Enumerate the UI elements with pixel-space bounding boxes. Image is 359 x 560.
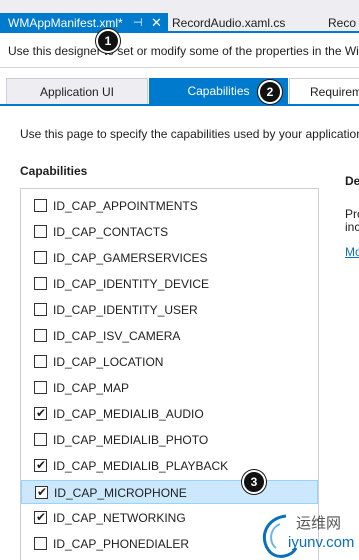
capabilities-heading: Capabilities [20, 164, 88, 178]
tab-underline [0, 104, 359, 106]
capability-checkbox[interactable]: ✔ [34, 406, 47, 420]
capability-item[interactable]: ✔ ID_CAP_MEDIALIB_PLAYBACK [21, 454, 318, 478]
capability-checkbox[interactable] [34, 355, 47, 368]
watermark-logo: 运维网 iyunv.com [256, 510, 359, 560]
capability-label: ID_CAP_LOCATION [53, 355, 164, 369]
info-text: Use this designer to set or modify some … [8, 44, 359, 58]
capability-label: ID_CAP_MEDIALIB_AUDIO [53, 407, 204, 421]
capability-item[interactable]: ID_CAP_IDENTITY_USER [21, 298, 318, 322]
annotation-marker-2: 2 [258, 80, 282, 104]
capability-item[interactable]: ID_CAP_GAMERSERVICES [21, 246, 318, 270]
capability-checkbox[interactable] [34, 225, 47, 238]
capability-item[interactable]: ID_CAP_MEDIALIB_PHOTO [21, 428, 318, 452]
capability-label: ID_CAP_MAP [53, 381, 130, 395]
capability-checkbox[interactable] [34, 433, 47, 446]
capability-item[interactable]: ✔ ID_CAP_MEDIALIB_AUDIO [21, 402, 318, 426]
capability-checkbox[interactable] [34, 251, 47, 264]
tab-requirements[interactable]: Requirem [289, 78, 359, 104]
capability-item[interactable]: ✔ ID_CAP_MICROPHONE [21, 480, 318, 504]
capability-checkbox[interactable] [34, 381, 47, 394]
capability-label: ID_CAP_MEDIALIB_PHOTO [53, 433, 209, 447]
designer-tab-strip: Application UI Capabilities Requirem [0, 74, 359, 104]
capability-label: ID_CAP_IDENTITY_DEVICE [53, 277, 210, 291]
document-tab-strip: WMAppManifest.xml* ⊣ ✕ RecordAudio.xaml.… [0, 0, 359, 33]
watermark-domain-text: iyunv.com [288, 534, 355, 551]
description-heading: De [345, 174, 359, 188]
capability-label: ID_CAP_MICROPHONE [54, 486, 187, 500]
capability-label: ID_CAP_NETWORKING [53, 511, 186, 525]
tab-application-ui[interactable]: Application UI [6, 78, 148, 104]
page-description: Use this page to specify the capabilitie… [20, 127, 359, 141]
capability-checkbox[interactable] [34, 329, 47, 342]
checkmark-icon: ✔ [36, 458, 47, 472]
tab-recordaudio[interactable]: RecordAudio.xaml.cs [172, 13, 285, 33]
capability-checkbox[interactable] [34, 537, 47, 550]
capability-checkbox[interactable]: ✔ [34, 458, 47, 472]
capability-item[interactable]: ID_CAP_APPOINTMENTS [21, 194, 318, 218]
capabilities-list[interactable]: ID_CAP_APPOINTMENTS ID_CAP_CONTACTS ID_CAP… [20, 188, 319, 560]
watermark-chinese-text: 运维网 [296, 515, 342, 532]
more-info-link[interactable]: Mo [345, 245, 359, 259]
capability-checkbox[interactable]: ✔ [34, 510, 47, 524]
capability-label: ID_CAP_CONTACTS [53, 225, 169, 239]
capability-item[interactable]: ID_CAP_MAP [21, 376, 318, 400]
tab-label: Reco [328, 16, 357, 30]
description-text-line: Pro [345, 207, 359, 221]
checkmark-icon: ✔ [37, 485, 48, 499]
pin-icon[interactable]: ⊣ [133, 13, 143, 33]
capability-label: ID_CAP_ISV_CAMERA [53, 329, 181, 343]
checkmark-icon: ✔ [36, 406, 47, 420]
tab-label: RecordAudio.xaml.cs [172, 16, 286, 30]
tab-overflow[interactable]: Reco [328, 13, 356, 33]
tab-wmappmanifest[interactable]: WMAppManifest.xml* ⊣ ✕ [0, 13, 168, 33]
capability-item[interactable]: ID_CAP_CONTACTS [21, 220, 318, 244]
annotation-marker-3: 3 [242, 470, 266, 494]
capability-label: ID_CAP_APPOINTMENTS [53, 199, 198, 213]
capability-checkbox[interactable] [34, 303, 47, 316]
description-text-line: inc [345, 220, 359, 234]
capability-item[interactable]: ID_CAP_ISV_CAMERA [21, 324, 318, 348]
capability-checkbox[interactable]: ✔ [35, 485, 48, 499]
capability-label: ID_CAP_GAMERSERVICES [53, 251, 208, 265]
close-icon[interactable]: ✕ [151, 13, 162, 33]
annotation-marker-1: 1 [96, 29, 120, 53]
capability-item[interactable]: ID_CAP_IDENTITY_DEVICE [21, 272, 318, 296]
checkmark-icon: ✔ [36, 510, 47, 524]
capability-label: ID_CAP_PHONEDIALER [53, 537, 190, 551]
capability-checkbox[interactable] [34, 199, 47, 212]
capability-label: ID_CAP_IDENTITY_USER [53, 303, 198, 317]
capability-label: ID_CAP_MEDIALIB_PLAYBACK [53, 459, 229, 473]
designer-info-bar: Use this designer to set or modify some … [0, 35, 359, 68]
capability-checkbox[interactable] [34, 277, 47, 290]
capability-item[interactable]: ID_CAP_LOCATION [21, 350, 318, 374]
